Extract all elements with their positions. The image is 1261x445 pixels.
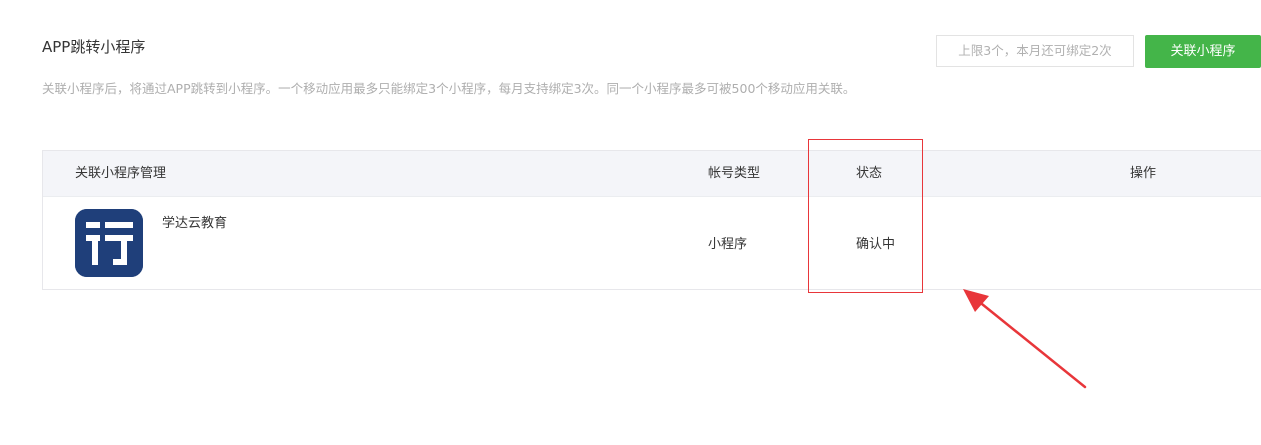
table-row: 学达云教育 小程序 确认中 bbox=[43, 197, 1261, 289]
column-header-name: 关联小程序管理 bbox=[75, 166, 167, 181]
status-highlight-annotation bbox=[808, 139, 923, 293]
section-description: 关联小程序后，将通过APP跳转到小程序。一个移动应用最多只能绑定3个小程序，每月… bbox=[42, 81, 856, 96]
app-logo-glyph bbox=[75, 209, 143, 277]
linked-miniprogram-table: 关联小程序管理 帐号类型 状态 操作 学达云教育 小程序 确认中 bbox=[42, 150, 1261, 290]
column-header-actions: 操作 bbox=[1130, 166, 1157, 181]
link-miniprogram-button[interactable]: 关联小程序 bbox=[1145, 35, 1261, 68]
table-header: 关联小程序管理 帐号类型 状态 操作 bbox=[43, 151, 1261, 197]
red-arrow-annotation-icon bbox=[963, 289, 1087, 389]
column-header-account-type: 帐号类型 bbox=[708, 166, 761, 181]
app-logo-icon bbox=[75, 209, 143, 277]
app-account-type: 小程序 bbox=[708, 237, 748, 252]
quota-status-box: 上限3个，本月还可绑定2次 bbox=[936, 35, 1134, 67]
section-title: APP跳转小程序 bbox=[42, 38, 146, 56]
app-name: 学达云教育 bbox=[162, 216, 228, 231]
app-jump-miniprogram-page: APP跳转小程序 关联小程序后，将通过APP跳转到小程序。一个移动应用最多只能绑… bbox=[0, 0, 1261, 445]
